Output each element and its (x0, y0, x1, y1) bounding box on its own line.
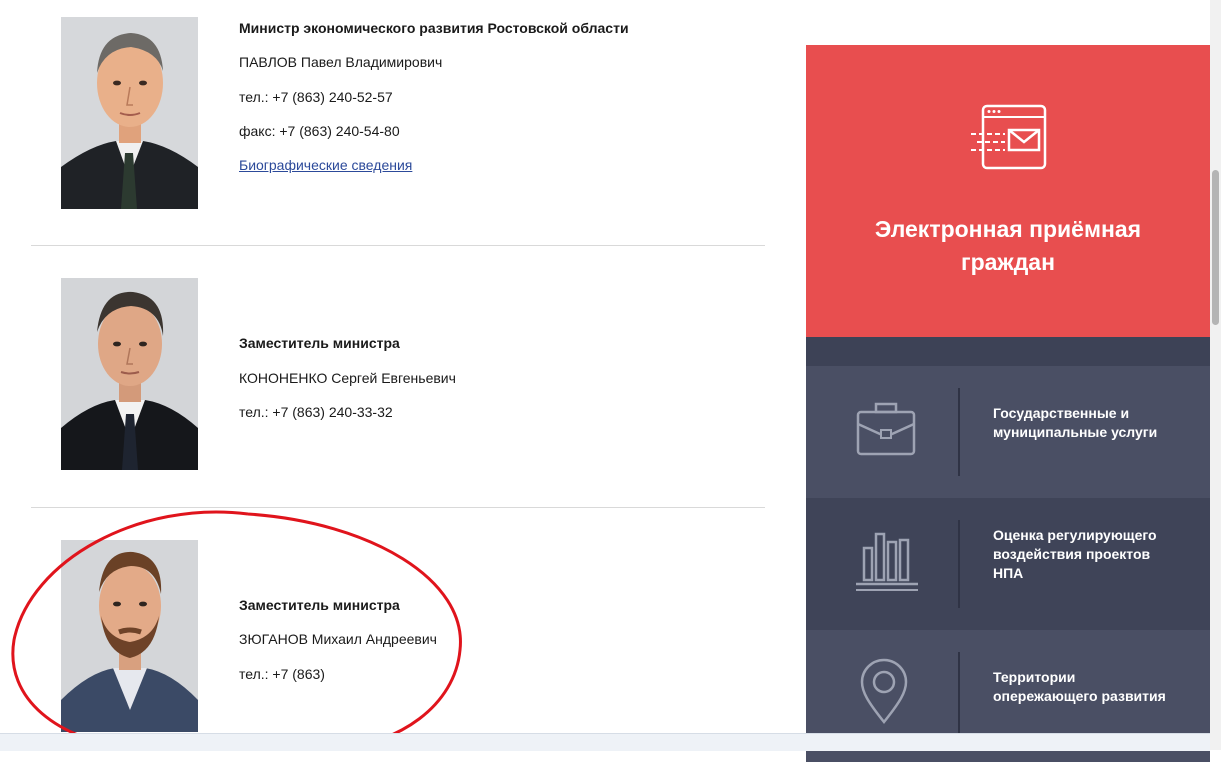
e-reception-title: Электронная приёмная граждан (874, 216, 1142, 275)
staff-list: Министр экономического развития Ростовск… (0, 0, 806, 750)
person-photo (61, 540, 198, 732)
e-reception-banner[interactable]: Электронная приёмная граждан (806, 45, 1210, 337)
service-separator (958, 652, 960, 740)
sidebar: Электронная приёмная граждан Государстве… (806, 0, 1210, 762)
bio-link[interactable]: Биографические сведения (239, 157, 412, 173)
person-phone: тел.: +7 (863) (239, 666, 325, 682)
person-role: Министр экономического развития Ростовск… (239, 20, 629, 36)
bottom-bar (0, 733, 1210, 751)
service-label: Оценка регулирующего воздействия проекто… (993, 527, 1157, 581)
person-role: Заместитель министра (239, 597, 400, 613)
person-role: Заместитель министра (239, 335, 400, 351)
service-label: Государственные и муниципальные услуги (993, 405, 1158, 440)
briefcase-icon (856, 402, 916, 456)
person-phone: тел.: +7 (863) 240-52-57 (239, 89, 393, 105)
person-name: ПАВЛОВ Павел Владимирович (239, 54, 443, 70)
service-label: Территории опережающего развития (993, 669, 1166, 704)
divider (31, 245, 765, 246)
person-photo (61, 278, 198, 470)
service-item-orv[interactable]: Оценка регулирующего воздействия проекто… (806, 498, 1210, 630)
person-photo (61, 17, 198, 209)
service-separator (958, 520, 960, 608)
sidebar-divider-band (806, 337, 1210, 366)
person-fax: факс: +7 (863) 240-54-80 (239, 123, 400, 139)
bar-chart-icon (856, 532, 918, 591)
person-name: ЗЮГАНОВ Михаил Андреевич (239, 631, 437, 647)
divider (31, 507, 765, 508)
person-phone: тел.: +7 (863) 240-33-32 (239, 404, 393, 420)
email-window-icon (971, 104, 1047, 170)
service-item-gosuslugi[interactable]: Государственные и муниципальные услуги (806, 366, 1210, 498)
service-separator (958, 388, 960, 476)
vertical-scrollbar[interactable] (1210, 0, 1221, 750)
bio-link-wrap: Биографические сведения (239, 156, 412, 174)
person-name: КОНОНЕНКО Сергей Евгеньевич (239, 370, 456, 386)
scrollbar-thumb[interactable] (1212, 170, 1219, 325)
